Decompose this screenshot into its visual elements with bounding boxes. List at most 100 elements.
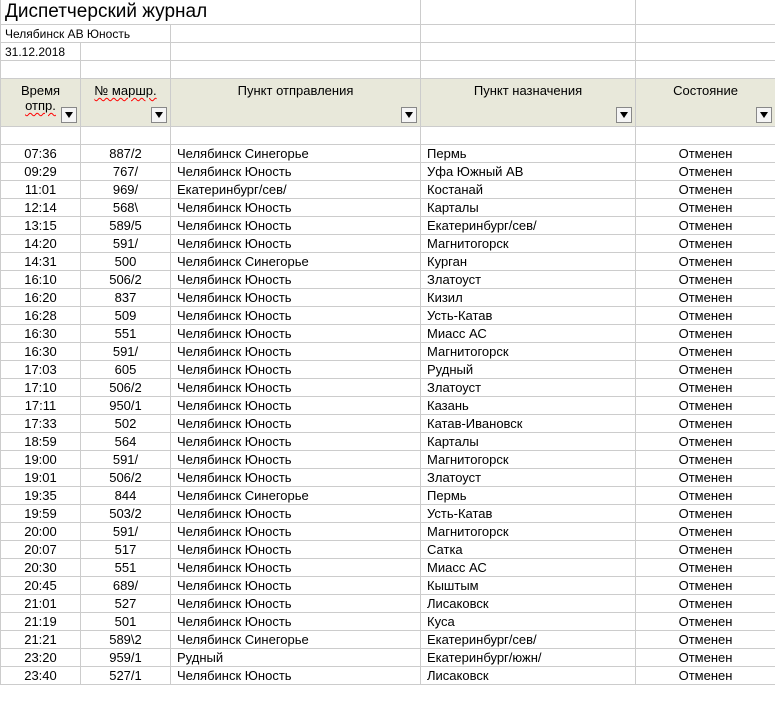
cell-departure: Челябинск Юность [171, 505, 421, 523]
cell-destination: Костанай [421, 181, 636, 199]
cell-route: 767/ [81, 163, 171, 181]
cell-destination: Магнитогорск [421, 523, 636, 541]
cell-status: Отменен [636, 217, 775, 235]
cell-departure: Челябинск Юность [171, 595, 421, 613]
cell-route: 887/2 [81, 145, 171, 163]
cell-destination: Катав-Ивановск [421, 415, 636, 433]
chevron-down-icon [620, 112, 628, 118]
cell-status: Отменен [636, 451, 775, 469]
cell-destination: Кизил [421, 289, 636, 307]
cell-status: Отменен [636, 379, 775, 397]
cell-destination: Екатеринбург/южн/ [421, 649, 636, 667]
cell-time: 16:30 [1, 343, 81, 361]
table-row: 16:20837Челябинск ЮностьКизилОтменен [1, 289, 775, 307]
cell-departure: Челябинск Юность [171, 469, 421, 487]
cell-route: 506/2 [81, 469, 171, 487]
cell-status: Отменен [636, 523, 775, 541]
cell-destination: Казань [421, 397, 636, 415]
cell-destination: Пермь [421, 145, 636, 163]
cell-route: 551 [81, 325, 171, 343]
cell-status: Отменен [636, 361, 775, 379]
cell-destination: Миасс АС [421, 559, 636, 577]
cell-status: Отменен [636, 145, 775, 163]
cell-time: 16:20 [1, 289, 81, 307]
cell-time: 19:01 [1, 469, 81, 487]
cell-departure: Челябинск Юность [171, 217, 421, 235]
cell-route: 591/ [81, 343, 171, 361]
table-row: 16:10506/2Челябинск ЮностьЗлатоустОтмене… [1, 271, 775, 289]
table-row: 19:35844Челябинск СинегорьеПермьОтменен [1, 487, 775, 505]
table-row: 16:28509Челябинск ЮностьУсть-КатавОтмене… [1, 307, 775, 325]
cell-status: Отменен [636, 559, 775, 577]
table-row: 11:01969/Екатеринбург/сев/КостанайОтмене… [1, 181, 775, 199]
cell-time: 17:33 [1, 415, 81, 433]
cell-destination: Пермь [421, 487, 636, 505]
cell-status: Отменен [636, 595, 775, 613]
cell-route: 589\2 [81, 631, 171, 649]
cell-time: 14:31 [1, 253, 81, 271]
table-row: 16:30591/Челябинск ЮностьМагнитогорскОтм… [1, 343, 775, 361]
cell-status: Отменен [636, 289, 775, 307]
cell-time: 09:29 [1, 163, 81, 181]
cell-departure: Челябинск Юность [171, 541, 421, 559]
cell-time: 11:01 [1, 181, 81, 199]
filter-route-button[interactable] [151, 107, 167, 123]
cell-time: 20:07 [1, 541, 81, 559]
filter-status-button[interactable] [756, 107, 772, 123]
cell-status: Отменен [636, 505, 775, 523]
filter-time-button[interactable] [61, 107, 77, 123]
cell-status: Отменен [636, 343, 775, 361]
cell-destination: Уфа Южный АВ [421, 163, 636, 181]
cell-time: 19:35 [1, 487, 81, 505]
cell-route: 509 [81, 307, 171, 325]
header-status: Состояние [636, 79, 775, 127]
cell-departure: Челябинск Юность [171, 343, 421, 361]
cell-departure: Рудный [171, 649, 421, 667]
table-row: 21:19501Челябинск ЮностьКусаОтменен [1, 613, 775, 631]
station-name: Челябинск АВ Юность [1, 25, 171, 43]
table-row: 20:00591/Челябинск ЮностьМагнитогорскОтм… [1, 523, 775, 541]
cell-status: Отменен [636, 487, 775, 505]
header-time: Время отпр. [1, 79, 81, 127]
filter-destination-button[interactable] [616, 107, 632, 123]
cell-time: 23:40 [1, 667, 81, 685]
chevron-down-icon [405, 112, 413, 118]
cell-status: Отменен [636, 649, 775, 667]
cell-destination: Карталы [421, 433, 636, 451]
cell-departure: Челябинск Юность [171, 433, 421, 451]
cell-destination: Куса [421, 613, 636, 631]
cell-destination: Миасс АС [421, 325, 636, 343]
cell-status: Отменен [636, 577, 775, 595]
header-route: № маршр. [81, 79, 171, 127]
cell-status: Отменен [636, 631, 775, 649]
cell-time: 20:00 [1, 523, 81, 541]
cell-departure: Челябинск Юность [171, 451, 421, 469]
filter-departure-button[interactable] [401, 107, 417, 123]
cell-departure: Челябинск Юность [171, 271, 421, 289]
cell-departure: Челябинск Синегорье [171, 253, 421, 271]
cell-route: 591/ [81, 523, 171, 541]
cell-destination: Екатеринбург/сев/ [421, 217, 636, 235]
table-row: 20:45689/Челябинск ЮностьКыштымОтменен [1, 577, 775, 595]
station-row: Челябинск АВ Юность [1, 25, 775, 43]
cell-time: 20:45 [1, 577, 81, 595]
cell-time: 13:15 [1, 217, 81, 235]
cell-route: 551 [81, 559, 171, 577]
cell-time: 14:20 [1, 235, 81, 253]
table-row: 07:36887/2Челябинск СинегорьеПермьОтмене… [1, 145, 775, 163]
cell-time: 19:00 [1, 451, 81, 469]
cell-time: 21:01 [1, 595, 81, 613]
cell-route: 950/1 [81, 397, 171, 415]
cell-departure: Челябинск Юность [171, 613, 421, 631]
cell-route: 591/ [81, 451, 171, 469]
cell-destination: Лисаковск [421, 667, 636, 685]
header-row: Время отпр. № маршр. Пункт отправления П… [1, 79, 775, 127]
cell-destination: Златоуст [421, 469, 636, 487]
cell-status: Отменен [636, 325, 775, 343]
cell-departure: Челябинск Юность [171, 289, 421, 307]
cell-status: Отменен [636, 181, 775, 199]
chevron-down-icon [760, 112, 768, 118]
cell-route: 506/2 [81, 271, 171, 289]
cell-departure: Челябинск Юность [171, 361, 421, 379]
table-row: 23:40527/1Челябинск ЮностьЛисаковскОтмен… [1, 667, 775, 685]
